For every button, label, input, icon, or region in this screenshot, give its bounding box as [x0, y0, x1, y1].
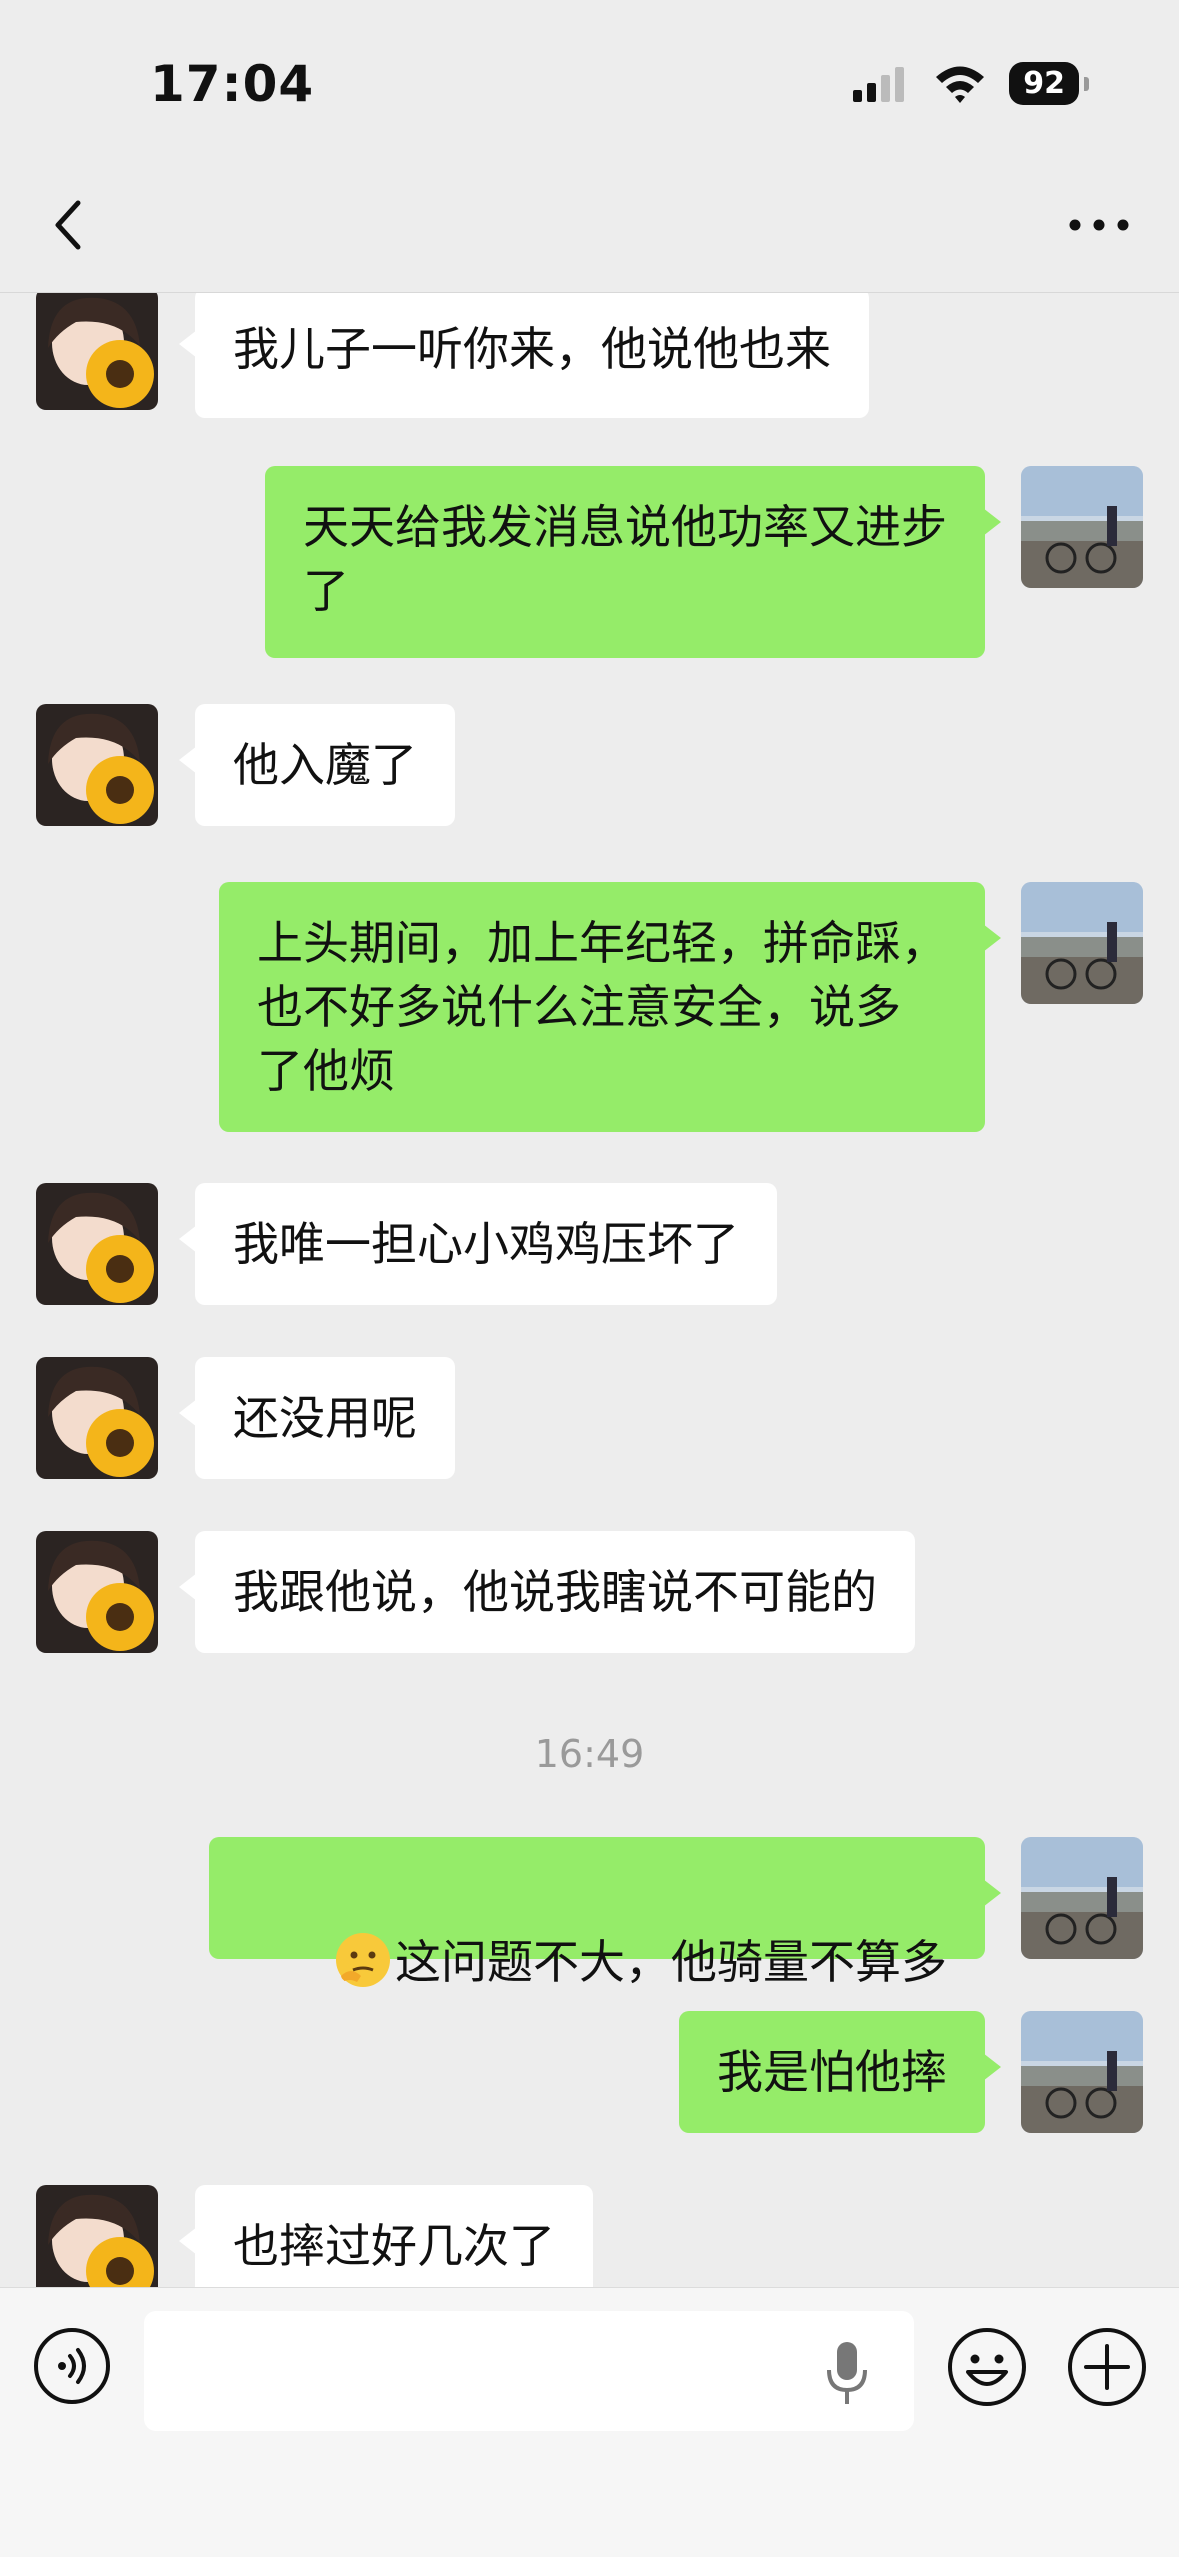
- timestamp: 16:49: [534, 1732, 645, 1776]
- back-arrow-icon[interactable]: [40, 195, 100, 255]
- mic-icon[interactable]: [822, 2338, 872, 2408]
- more-icon[interactable]: [1059, 195, 1139, 255]
- thinking-face-icon: [336, 1933, 390, 1987]
- chat-header: [0, 160, 1179, 293]
- message-bubble-incoming[interactable]: 我儿子一听你来，他说他也来: [179, 293, 869, 418]
- contact-avatar[interactable]: [36, 1357, 158, 1479]
- user-avatar[interactable]: [1021, 882, 1143, 1004]
- message-bubble-incoming[interactable]: 我唯一担心小鸡鸡压坏了: [179, 1183, 777, 1305]
- contact-avatar[interactable]: [36, 2185, 158, 2287]
- plus-icon[interactable]: [1066, 2326, 1148, 2408]
- message-bubble-outgoing[interactable]: 上头期间，加上年纪轻，拼命踩， 也不好多说什么注意安全，说多 了他烦: [219, 882, 1001, 1132]
- message-bubble-incoming[interactable]: 还没用呢: [179, 1357, 455, 1479]
- message-bubble-outgoing[interactable]: 这问题不大，他骑量不算多: [209, 1837, 1001, 1989]
- message-bubble-incoming[interactable]: 也摔过好几次了: [179, 2185, 593, 2287]
- message-bubble-outgoing[interactable]: 天天给我发消息说他功率又进步 了: [265, 466, 1001, 658]
- voice-icon[interactable]: [32, 2326, 112, 2406]
- message-list[interactable]: 我儿子一听你来，他说他也来 天天给我发消息说他功率又进步 了 他入魔了 上头期间…: [0, 293, 1179, 2287]
- user-avatar[interactable]: [1021, 466, 1143, 588]
- status-bar: 17:04 92: [0, 0, 1179, 160]
- user-avatar[interactable]: [1021, 2011, 1143, 2133]
- message-bubble-incoming[interactable]: 他入魔了: [179, 704, 455, 826]
- contact-avatar[interactable]: [36, 1183, 158, 1305]
- contact-avatar[interactable]: [36, 1531, 158, 1653]
- message-text: 这问题不大，他骑量不算多: [395, 1935, 947, 1989]
- input-bar: [0, 2287, 1179, 2557]
- message-bubble-incoming[interactable]: 我跟他说，他说我瞎说不可能的: [179, 1531, 915, 1653]
- contact-avatar[interactable]: [36, 293, 158, 410]
- battery-indicator: 92: [1009, 62, 1089, 105]
- status-time: 17:04: [150, 55, 315, 113]
- signal-icon: [853, 66, 905, 102]
- user-avatar[interactable]: [1021, 1837, 1143, 1959]
- message-bubble-outgoing[interactable]: 我是怕他摔: [679, 2011, 1001, 2133]
- emoji-icon[interactable]: [946, 2326, 1028, 2408]
- contact-avatar[interactable]: [36, 704, 158, 826]
- wifi-icon: [936, 66, 985, 103]
- message-input[interactable]: [144, 2311, 914, 2431]
- status-icons: 92: [851, 62, 1089, 105]
